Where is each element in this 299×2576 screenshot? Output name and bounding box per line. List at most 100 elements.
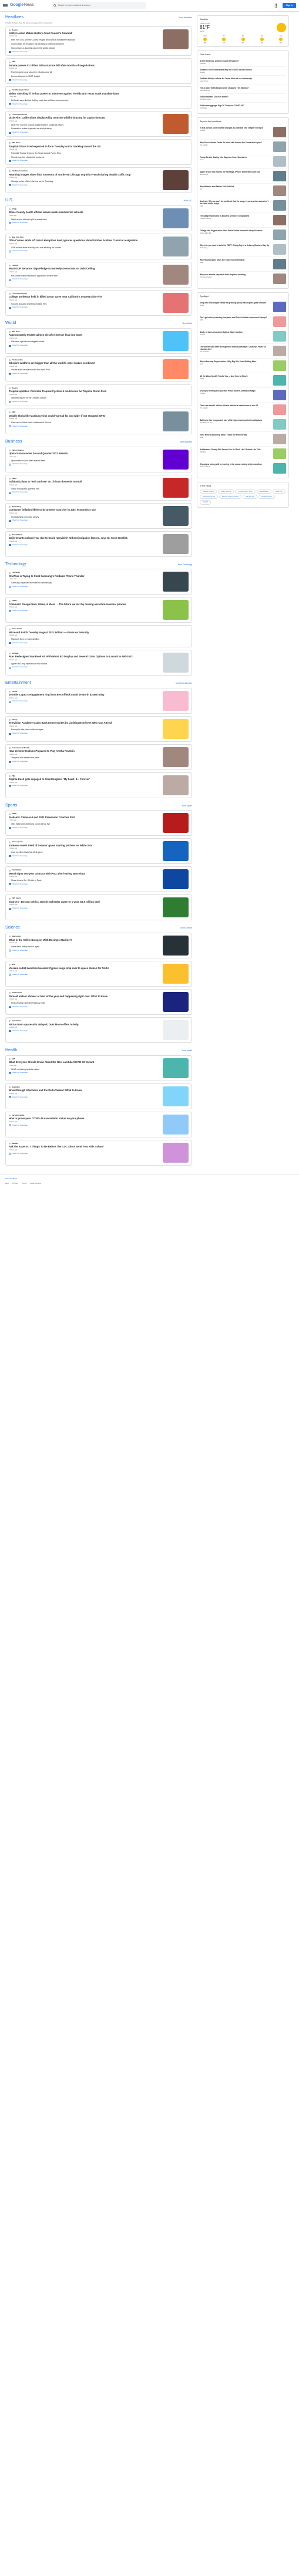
rail-story-thumbnail[interactable]: [273, 448, 286, 459]
story-thumbnail[interactable]: [163, 775, 189, 795]
more-section-link[interactable]: More Business: [180, 441, 192, 443]
story-thumbnail[interactable]: [163, 208, 189, 228]
rail-story[interactable]: Why zoos should step back from elephant …: [200, 271, 286, 286]
rail-story-thumbnail[interactable]: [273, 229, 286, 241]
related-story[interactable]: Florida may feel effects this weekend: [9, 156, 189, 158]
related-headline[interactable]: Democrats pivot to $3.5T budget: [11, 75, 189, 77]
story-thumbnail[interactable]: [163, 869, 189, 890]
rail-story-thumbnail[interactable]: [273, 418, 286, 430]
rail-story-headline[interactable]: Why zoos should step back from elephant …: [200, 274, 271, 276]
related-headline[interactable]: Emmys to take place outdoors again: [11, 728, 159, 731]
story-thumbnail[interactable]: [163, 359, 189, 379]
story-headline[interactable]: What in the Hell is Going on With Boeing…: [9, 938, 159, 941]
related-story[interactable]: Chicago police officer's funeral set for…: [9, 180, 159, 183]
story-thumbnail[interactable]: [163, 936, 189, 956]
rail-story-thumbnail[interactable]: [273, 316, 286, 327]
related-story[interactable]: Vision Fund posts quarterly loss: [9, 487, 159, 490]
story-headline[interactable]: Boise County health official issues mask…: [9, 211, 159, 214]
rail-story[interactable]: The badger taxonomy is about to get more…: [200, 212, 286, 227]
story-headline[interactable]: Sources - Boston Celtics, Dennis Schröde…: [9, 900, 159, 903]
rail-story-thumbnail[interactable]: [273, 374, 286, 386]
rail-story-headline[interactable]: This a Mob 'Trafficking Income' Chopped …: [200, 87, 286, 89]
rail-story-headline[interactable]: All the Ways Spotify Tracks You — And Ho…: [200, 375, 271, 377]
related-headline[interactable]: Peak viewing expected Thursday night: [11, 1002, 159, 1004]
source-name[interactable]: BBC News: [12, 330, 21, 333]
source-name[interactable]: CNN: [12, 1058, 15, 1061]
rail-story[interactable]: Why Is Burning Regenerative - Why Big Oi…: [200, 357, 286, 373]
rail-story-thumbnail[interactable]: [273, 462, 286, 474]
source-name[interactable]: Reuters: [12, 387, 18, 390]
related-headline[interactable]: Fed watching price data closely: [11, 516, 159, 518]
rail-story-headline[interactable]: Apple is sure iOS Rooms for Hashtags, iP…: [200, 171, 271, 173]
rail-story[interactable]: Ernie Rose's Bounding Wave: That's the H…: [200, 431, 286, 446]
source-name[interactable]: People: [12, 690, 17, 693]
story-thumbnail[interactable]: [163, 690, 189, 711]
footer-link[interactable]: Privacy: [12, 1182, 18, 1185]
rail-story-headline[interactable]: Senators Don't Understand Why the COVID …: [200, 69, 286, 71]
more-section-link[interactable]: More Technology: [178, 563, 192, 566]
story-headline[interactable]: Consumer inflation likely to be another …: [9, 508, 159, 511]
related-story[interactable]: Dixie Fire now the second-largest blaze …: [9, 123, 159, 126]
related-headline[interactable]: Smoke from Yakutia reaches the North Pol…: [11, 369, 159, 371]
rail-story-thumbnail[interactable]: [273, 330, 286, 342]
rail-story-headline[interactable]: Baltimore has reorganized part of its hi…: [200, 419, 271, 421]
related-headline[interactable]: Hochul faces a daunting task in the week…: [11, 47, 159, 49]
full-coverage-link[interactable]: View Full Coverage: [9, 907, 159, 910]
source-name[interactable]: The Hill: [12, 264, 18, 267]
weather-widget[interactable]: Weather Fairfax County 81°F Sunny Wed 88°…: [197, 15, 289, 48]
related-headline[interactable]: Samsung Unpacked event set for Wednesday: [11, 582, 159, 584]
rail-story-headline[interactable]: Ashkanassi Closing Will Sound Like Its '…: [200, 448, 271, 451]
full-coverage-link[interactable]: View Full Coverage: [9, 306, 159, 309]
full-coverage-link[interactable]: View Full Coverage: [9, 463, 159, 465]
source-name[interactable]: The Washington Post: [12, 89, 29, 92]
rail-story[interactable]: When do you need to take the TRIP? Risin…: [200, 242, 286, 256]
related-story[interactable]: Fed watching price data closely: [9, 515, 159, 518]
rail-story-headline[interactable]: Analysis: Why we can't be confident that…: [200, 200, 271, 205]
menu-icon[interactable]: [3, 4, 8, 7]
section-title[interactable]: U.S.: [5, 198, 14, 204]
full-coverage-link[interactable]: View Full Coverage: [9, 50, 159, 53]
story-thumbnail[interactable]: [163, 1142, 189, 1163]
full-coverage-link[interactable]: View Full Coverage: [9, 1005, 159, 1008]
related-headline[interactable]: 'Respect' hits theaters this week: [11, 757, 159, 759]
rail-story-headline[interactable]: There are about 1 million citizens witho…: [200, 404, 271, 407]
related-headline[interactable]: Evacuation orders expanded as wind picks…: [11, 127, 159, 130]
section-title[interactable]: Technology: [5, 562, 26, 568]
story-headline[interactable]: Jennifer Lopez's engagement ring from Be…: [9, 693, 159, 696]
related-story[interactable]: Democrats pivot to $3.5T budget: [9, 75, 189, 78]
source-name[interactable]: Yahoo Finance: [12, 449, 23, 452]
rail-story-headline[interactable]: When do you need to take the TRIP? Risin…: [200, 244, 271, 247]
story-thumbnail[interactable]: [163, 1114, 189, 1135]
more-section-link[interactable]: More World: [183, 322, 192, 325]
full-coverage-link[interactable]: View Full Coverage: [9, 372, 159, 375]
more-section-link[interactable]: More Health: [182, 1049, 192, 1052]
story-headline[interactable]: NASA moon spacesuits delayed, Dust Moon …: [9, 1023, 159, 1026]
full-coverage-link[interactable]: View Full Coverage: [9, 1029, 159, 1032]
full-coverage-link[interactable]: View Full Coverage: [9, 278, 159, 281]
story-thumbnail[interactable]: [163, 718, 189, 739]
story-headline[interactable]: Sophia Bush gets engaged to Grant Hughes…: [9, 778, 159, 781]
full-coverage-link[interactable]: View Full Coverage: [9, 785, 159, 787]
related-story[interactable]: Suspect accused of setting multiple fire…: [9, 302, 159, 305]
story-headline[interactable]: What Everyone Should Know About the New …: [9, 1061, 159, 1064]
story-headline[interactable]: Approximately 96,000 salmon die after in…: [9, 333, 159, 336]
source-name[interactable]: MarketWatch: [12, 534, 22, 536]
story-headline[interactable]: How Jennifer Hudson Prepared to Play Are…: [9, 749, 159, 752]
related-story[interactable]: Smoke from Yakutia reaches the North Pol…: [9, 369, 159, 372]
rail-story-thumbnail[interactable]: [273, 404, 286, 415]
full-coverage-link[interactable]: View Full Coverage: [9, 222, 159, 224]
related-headline[interactable]: New York Gov. Andrew Cuomo resigns amid …: [11, 39, 159, 41]
story-thumbnail[interactable]: [163, 411, 189, 431]
source-name[interactable]: The Guardian: [12, 359, 23, 362]
source-name[interactable]: CNN: [12, 61, 15, 63]
topic-chip[interactable]: Tropical Storm Fred: [234, 489, 256, 494]
story-headline[interactable]: Siberia's wildfires are bigger than all …: [9, 362, 159, 364]
rail-story[interactable]: Study of twins chronicles fight-or-fligh…: [200, 328, 286, 343]
story-headline[interactable]: Daily tenants unload year due to Covid '…: [9, 536, 159, 539]
rail-story-thumbnail[interactable]: [273, 301, 286, 312]
related-headline[interactable]: Apple's M2 chip expected in new models: [11, 663, 159, 665]
related-story[interactable]: Ohio State and Oklahoma round out top fi…: [9, 823, 159, 826]
full-coverage-link[interactable]: View Full Coverage: [9, 543, 159, 546]
rail-story-thumbnail[interactable]: [273, 215, 286, 226]
related-headline[interactable]: Watches issued for the Leeward Islands: [11, 397, 189, 399]
